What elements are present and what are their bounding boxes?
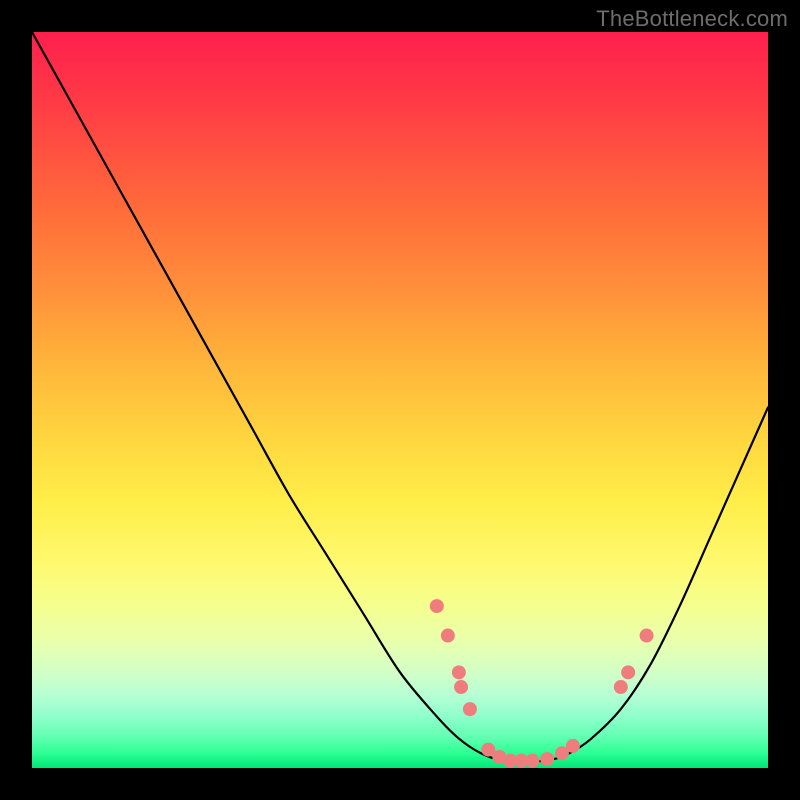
plot-area: [32, 32, 768, 768]
data-marker: [430, 599, 444, 613]
data-marker: [525, 754, 539, 768]
data-marker: [463, 702, 477, 716]
data-marker: [454, 680, 468, 694]
data-marker: [614, 680, 628, 694]
data-marker: [640, 629, 654, 643]
data-marker: [452, 665, 466, 679]
chart-frame: TheBottleneck.com: [0, 0, 800, 800]
bottleneck-curve: [32, 32, 768, 761]
watermark-text: TheBottleneck.com: [596, 6, 788, 32]
chart-svg: [32, 32, 768, 768]
data-marker: [540, 752, 554, 766]
data-marker: [566, 739, 580, 753]
data-marker: [441, 629, 455, 643]
data-marker: [621, 665, 635, 679]
